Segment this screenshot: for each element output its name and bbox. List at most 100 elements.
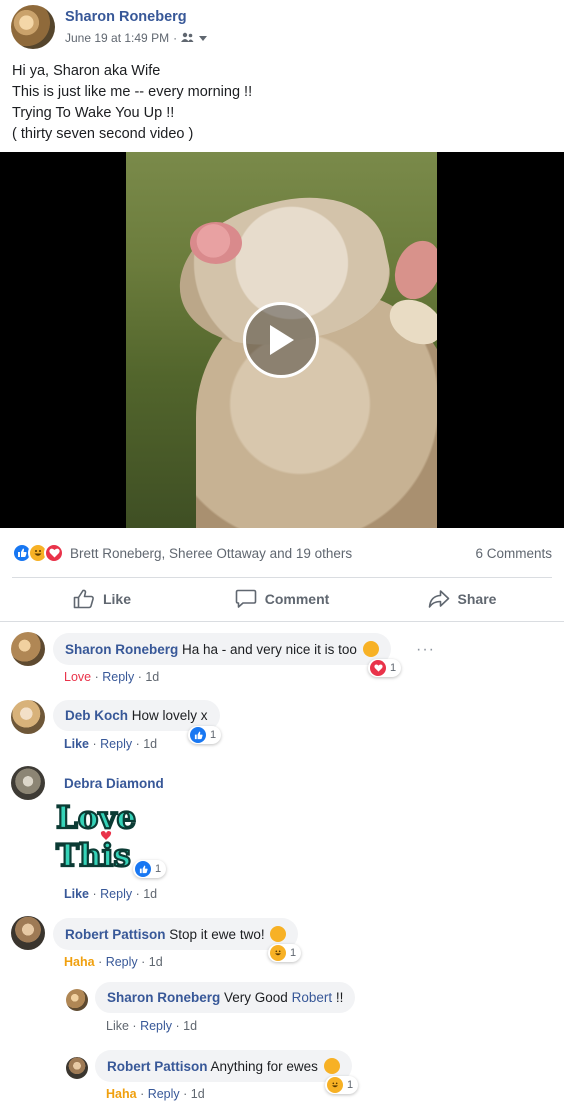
reply-link[interactable]: Reply — [100, 887, 132, 901]
reply-time[interactable]: 1d — [183, 1019, 197, 1033]
reply-link[interactable]: Reply — [140, 1019, 172, 1033]
meta-separator: · — [173, 31, 178, 45]
reply-meta: Like · Reply · 1d — [106, 1019, 198, 1033]
grin-emoji-icon — [323, 1058, 340, 1074]
post-timestamp[interactable]: June 19 at 1:49 PM — [65, 31, 169, 45]
commenter-avatar[interactable] — [11, 700, 45, 734]
commenter-avatar[interactable] — [11, 916, 45, 950]
reply-author[interactable]: Sharon Roneberg — [107, 990, 220, 1005]
like-link[interactable]: Like — [64, 887, 89, 901]
reaction-count: 1 — [347, 1079, 354, 1091]
post-actions: Like Comment Share — [12, 580, 552, 618]
chevron-down-icon[interactable] — [199, 31, 208, 45]
haha-link[interactable]: Haha — [64, 955, 95, 969]
reaction-count-badge[interactable]: 1 — [133, 860, 167, 878]
reply-time[interactable]: 1d — [191, 1087, 205, 1101]
post-text-line: Hi ya, Sharon aka Wife — [12, 63, 161, 79]
reaction-count-badge[interactable]: 1 — [325, 1076, 359, 1094]
play-icon — [270, 325, 294, 355]
commenter-avatar[interactable] — [11, 766, 45, 800]
comment-label: Comment — [264, 591, 330, 607]
comment-button[interactable]: Comment — [192, 580, 372, 618]
share-button[interactable]: Share — [372, 580, 552, 618]
reaction-count: 1 — [210, 729, 217, 741]
reaction-count-badge[interactable]: 1 — [368, 659, 402, 677]
rofl-emoji-icon — [270, 926, 287, 942]
post-text-line: ( thirty seven second video ) — [12, 126, 194, 142]
sticker-text: This — [56, 838, 131, 872]
post-header: Sharon Roneberg June 19 at 1:49 PM · — [0, 0, 564, 56]
sheep-nose — [190, 222, 242, 264]
haha-link[interactable]: Haha — [106, 1087, 137, 1101]
commenter-avatar[interactable] — [11, 632, 45, 666]
like-reaction-icon — [135, 861, 151, 877]
more-options-icon[interactable]: ··· — [416, 641, 435, 659]
reply-link[interactable]: Reply — [100, 737, 132, 751]
like-link[interactable]: Like — [64, 737, 89, 751]
reply-link[interactable]: Reply — [102, 670, 134, 684]
post-text-line: This is just like me -- every morning !! — [12, 84, 253, 100]
comment-icon — [235, 589, 257, 608]
reaction-count-badge[interactable]: 1 — [188, 726, 222, 744]
reply-bubble: Sharon Roneberg Very Good Robert !! — [95, 982, 356, 1013]
author-avatar[interactable] — [11, 5, 55, 49]
comment-meta: Haha · Reply · 1d — [64, 955, 163, 969]
comment-time[interactable]: 1d — [143, 887, 157, 901]
reply-link[interactable]: Reply — [106, 955, 138, 969]
haha-reaction-icon — [327, 1077, 343, 1093]
comment-author[interactable]: Sharon Roneberg — [65, 642, 178, 657]
sticker-text: Love — [56, 800, 136, 836]
share-label: Share — [457, 591, 497, 607]
comment-time[interactable]: 1d — [143, 737, 157, 751]
video-player[interactable] — [0, 152, 564, 528]
play-button[interactable] — [243, 302, 319, 378]
friends-icon[interactable] — [181, 32, 195, 45]
reply-meta: Haha · Reply · 1d — [106, 1087, 205, 1101]
comment-author[interactable]: Deb Koch — [65, 708, 128, 723]
reply-bubble: Robert Pattison Anything for ewes — [95, 1050, 352, 1082]
comments-count[interactable]: 6 Comments — [475, 546, 552, 561]
like-label: Like — [102, 591, 131, 607]
heart-eyes-emoji-icon — [362, 641, 379, 657]
reply-text: Anything for ewes — [210, 1059, 318, 1074]
reaction-count: 1 — [390, 662, 397, 674]
reply-mention[interactable]: Robert — [292, 990, 333, 1005]
post-author[interactable]: Sharon Roneberg — [65, 9, 187, 25]
replier-avatar[interactable] — [66, 1057, 88, 1079]
love-reaction-icon — [370, 660, 386, 676]
love-reaction-icon — [44, 543, 64, 563]
reply-link[interactable]: Reply — [148, 1087, 180, 1101]
comment-text: How lovely x — [131, 708, 208, 723]
reply-text: Very Good — [224, 990, 288, 1005]
reaction-icons[interactable] — [12, 543, 64, 563]
comment-author[interactable]: Robert Pattison — [65, 927, 166, 942]
comment-author[interactable]: Debra Diamond — [64, 776, 164, 791]
reaction-count: 1 — [155, 863, 162, 875]
reply-text: !! — [335, 990, 344, 1005]
comment-bubble: Sharon Roneberg Ha ha - and very nice it… — [53, 633, 391, 665]
divider — [12, 577, 552, 578]
reaction-count-badge[interactable]: 1 — [268, 944, 302, 962]
replier-avatar[interactable] — [66, 989, 88, 1011]
share-icon — [428, 590, 449, 608]
like-reaction-icon — [190, 727, 206, 743]
like-button[interactable]: Like — [12, 580, 192, 618]
reply-author[interactable]: Robert Pattison — [107, 1059, 208, 1074]
comment-meta: Love · Reply · 1d — [64, 670, 160, 684]
love-link[interactable]: Love — [64, 670, 91, 684]
post-text-line: Trying To Wake You Up !! — [12, 105, 175, 121]
reaction-summary: Brett Roneberg, Sheree Ottaway and 19 ot… — [12, 538, 552, 568]
comment-time[interactable]: 1d — [145, 670, 159, 684]
post-text: Hi ya, Sharon aka Wife This is just like… — [12, 61, 552, 145]
reaction-names[interactable]: Brett Roneberg, Sheree Ottaway and 19 ot… — [70, 546, 352, 561]
sheep-ear — [387, 234, 437, 306]
comment-text: Ha ha - and very nice it is too — [182, 642, 357, 657]
comment-meta: Like · Reply · 1d — [64, 887, 158, 901]
like-icon — [73, 589, 94, 609]
comment-bubble: Robert Pattison Stop it ewe two! — [53, 918, 299, 950]
comment-time[interactable]: 1d — [149, 955, 163, 969]
reaction-count: 1 — [290, 947, 297, 959]
post-meta: June 19 at 1:49 PM · — [65, 31, 208, 45]
like-link[interactable]: Like — [106, 1019, 129, 1033]
comment-text: Stop it ewe two! — [169, 927, 265, 942]
